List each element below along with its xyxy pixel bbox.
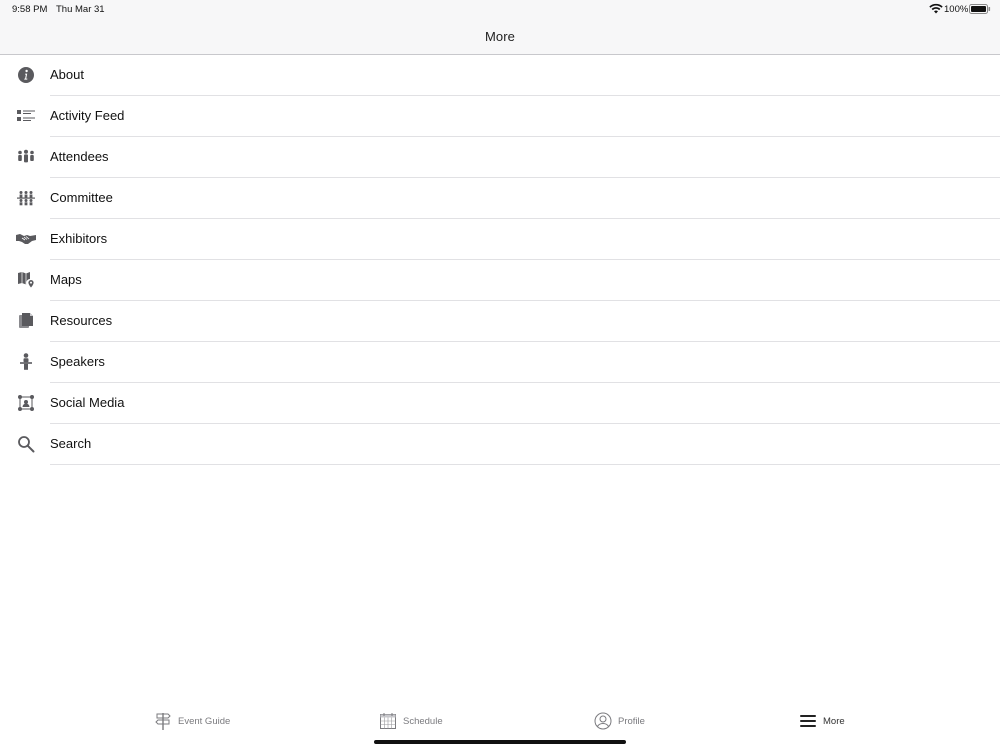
navigation-bar: More bbox=[0, 18, 1000, 55]
tab-label: More bbox=[823, 715, 845, 727]
menu-item-label: Search bbox=[50, 436, 92, 451]
profile-icon bbox=[594, 712, 612, 730]
menu-item-maps[interactable]: Maps bbox=[0, 260, 1000, 301]
menu-item-search[interactable]: Search bbox=[0, 424, 1000, 465]
map-icon bbox=[16, 270, 36, 290]
info-icon bbox=[16, 65, 36, 85]
status-time: 9:58 PM bbox=[12, 4, 48, 15]
tab-label: Event Guide bbox=[178, 715, 231, 727]
separator bbox=[50, 464, 1000, 465]
menu-item-label: Resources bbox=[50, 313, 113, 328]
search-icon bbox=[16, 434, 36, 454]
documents-icon bbox=[16, 311, 36, 331]
wifi-icon bbox=[929, 3, 943, 14]
tab-schedule[interactable]: Schedule bbox=[379, 710, 443, 732]
people-icon bbox=[16, 147, 36, 167]
list-icon bbox=[16, 106, 36, 126]
menu-item-committee[interactable]: Committee bbox=[0, 178, 1000, 219]
group-icon bbox=[16, 188, 36, 208]
menu-item-label: About bbox=[50, 67, 84, 82]
menu-item-social-media[interactable]: Social Media bbox=[0, 383, 1000, 424]
page-title: More bbox=[484, 28, 516, 44]
tab-label: Profile bbox=[618, 715, 645, 727]
menu-item-resources[interactable]: Resources bbox=[0, 301, 1000, 342]
more-menu-list: About Activity Feed Attendees Committee … bbox=[0, 55, 1000, 465]
battery-percentage: 100% bbox=[944, 4, 969, 15]
menu-item-label: Social Media bbox=[50, 395, 125, 410]
tab-event-guide[interactable]: Event Guide bbox=[154, 710, 230, 732]
status-date: Thu Mar 31 bbox=[56, 4, 105, 15]
menu-item-speakers[interactable]: Speakers bbox=[0, 342, 1000, 383]
menu-item-label: Maps bbox=[50, 272, 82, 287]
speaker-icon bbox=[16, 352, 36, 372]
tab-more[interactable]: More bbox=[799, 710, 845, 732]
menu-item-about[interactable]: About bbox=[0, 55, 1000, 96]
tab-label: Schedule bbox=[403, 715, 443, 727]
home-indicator[interactable] bbox=[374, 740, 626, 744]
menu-item-activity-feed[interactable]: Activity Feed bbox=[0, 96, 1000, 137]
menu-item-label: Exhibitors bbox=[50, 231, 108, 246]
handshake-icon bbox=[16, 229, 36, 249]
battery-icon bbox=[969, 4, 991, 14]
calendar-icon bbox=[379, 712, 397, 730]
menu-item-label: Speakers bbox=[50, 354, 105, 369]
menu-item-label: Activity Feed bbox=[50, 108, 125, 123]
status-bar: 9:58 PM Thu Mar 31 100% bbox=[0, 0, 1000, 18]
menu-item-label: Attendees bbox=[50, 149, 109, 164]
tab-profile[interactable]: Profile bbox=[594, 710, 645, 732]
menu-icon bbox=[799, 712, 817, 730]
signpost-icon bbox=[154, 712, 172, 730]
menu-item-label: Committee bbox=[50, 190, 113, 205]
menu-item-attendees[interactable]: Attendees bbox=[0, 137, 1000, 178]
menu-item-exhibitors[interactable]: Exhibitors bbox=[0, 219, 1000, 260]
network-icon bbox=[16, 393, 36, 413]
